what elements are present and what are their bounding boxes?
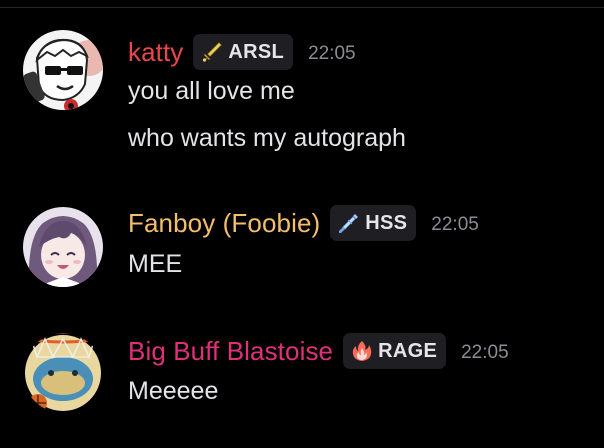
username[interactable]: Big Buff Blastoise [128,336,333,367]
message-line: who wants my autograph [128,124,406,152]
message-header: Big Buff Blastoise RAGE 22:05 [128,333,509,369]
message-header: katty ARSL 22:05 [128,34,356,70]
syringe-icon [338,212,360,234]
timestamp[interactable]: 22:05 [308,40,356,65]
flame-icon [351,340,373,362]
message-line: Meeeee [128,377,219,405]
avatar[interactable] [23,207,103,287]
username[interactable]: katty [128,37,183,68]
chat-message-list: katty ARSL 22:05 you all love me who wan… [0,0,604,448]
clan-tag[interactable]: ARSL [193,34,294,70]
clan-tag-label: HSS [365,211,408,234]
message-line: MEE [128,250,183,278]
clan-tag[interactable]: HSS [330,205,417,241]
message-header: Fanboy (Foobie) HSS 22:05 [128,205,479,241]
timestamp[interactable]: 22:05 [431,211,479,236]
timestamp[interactable]: 22:05 [461,339,509,364]
clan-tag-label: ARSL [228,40,285,63]
divider [0,7,604,8]
username[interactable]: Fanboy (Foobie) [128,208,320,239]
clan-tag-label: RAGE [378,339,438,362]
avatar[interactable] [23,30,103,110]
sword-icon [201,41,223,63]
message-line: you all love me [128,77,295,105]
avatar[interactable] [23,333,103,413]
clan-tag[interactable]: RAGE [343,333,447,369]
